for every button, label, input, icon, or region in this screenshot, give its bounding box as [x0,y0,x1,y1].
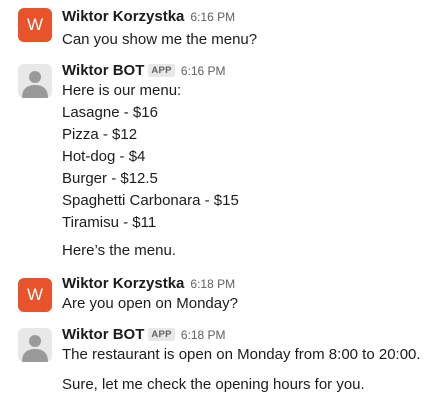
timestamp[interactable]: 6:18 PM [190,277,235,291]
user-silhouette-icon [22,71,48,98]
message-text: The restaurant is open on Monday from 8:… [62,346,421,363]
sender-name[interactable]: Wiktor Korzystka [62,8,184,25]
user-avatar[interactable]: W [18,8,52,42]
app-badge: APP [148,328,175,341]
sender-name[interactable]: Wiktor BOT [62,326,144,343]
message-text: Here is our menu: [62,82,182,99]
timestamp[interactable]: 6:16 PM [190,10,235,24]
message-followup-text: Sure, let me check the opening hours for… [62,376,365,393]
menu-item: Lasagne - $16 [62,104,158,121]
message-text: Can you show me the menu? [62,31,258,48]
menu-item: Burger - $12.5 [62,170,158,187]
user-avatar[interactable]: W [18,278,52,312]
message-header: Wiktor BOT APP 6:18 PM [62,326,226,344]
menu-item: Spaghetti Carbonara - $15 [62,192,239,209]
message-text: Are you open on Monday? [62,295,238,312]
sender-name[interactable]: Wiktor Korzystka [62,275,184,292]
timestamp[interactable]: 6:18 PM [181,328,226,342]
bot-avatar[interactable] [18,328,52,362]
user-silhouette-icon [22,335,48,362]
sender-name[interactable]: Wiktor BOT [62,62,144,79]
message-header: Wiktor Korzystka 6:16 PM [62,8,235,26]
timestamp[interactable]: 6:16 PM [181,64,226,78]
menu-item: Pizza - $12 [62,126,138,143]
message-followup-text: Here’s the menu. [62,242,176,259]
bot-avatar[interactable] [18,64,52,98]
menu-item: Hot-dog - $4 [62,148,146,165]
menu-item: Tiramisu - $11 [62,214,157,231]
app-badge: APP [148,64,175,77]
message-header: Wiktor BOT APP 6:16 PM [62,62,226,80]
message-header: Wiktor Korzystka 6:18 PM [62,275,235,293]
